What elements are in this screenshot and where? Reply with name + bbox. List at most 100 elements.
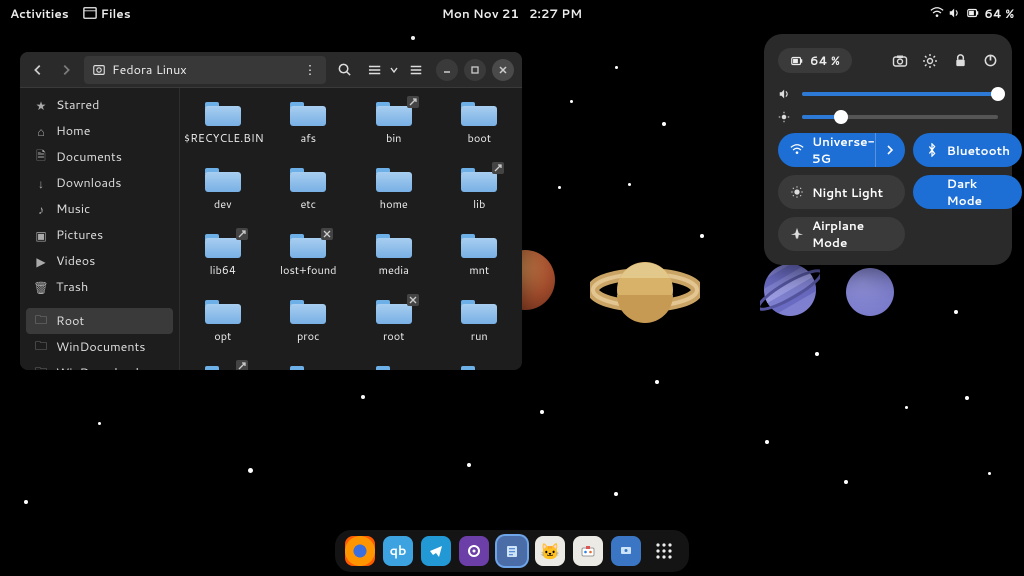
brightness-icon — [778, 111, 792, 123]
dock-lollypop[interactable] — [459, 536, 489, 566]
folder-label: root — [383, 330, 404, 343]
sidebar-item-documents[interactable]: 🗎Documents — [26, 144, 173, 170]
forward-button[interactable] — [52, 56, 80, 84]
sidebar-item-pictures[interactable]: ▣Pictures — [26, 222, 173, 248]
folder-item[interactable]: dev — [180, 162, 266, 228]
appmenu-label: Files — [101, 5, 131, 22]
quick-settings-panel: 64 % — [764, 34, 1012, 265]
view-icon-button[interactable] — [364, 56, 386, 84]
sidebar-item-videos[interactable]: ▶Videos — [26, 248, 173, 274]
folder-icon — [205, 168, 241, 192]
sidebar-item-starred[interactable]: ★Starred — [26, 92, 173, 118]
clock[interactable]: Mon Nov 21 2:27 PM — [442, 5, 582, 22]
sidebar-item-windocuments[interactable]: 🗀WinDocuments — [26, 334, 173, 360]
dock-connections[interactable] — [611, 536, 641, 566]
dock-software[interactable] — [573, 536, 603, 566]
folder-item[interactable]: lib64 — [180, 228, 266, 294]
sidebar-icon: ▶ — [34, 253, 48, 270]
dark-mode-label: Dark Mode — [947, 175, 1010, 209]
sidebar-item-root[interactable]: 🗀Root — [26, 308, 173, 334]
dock-files[interactable] — [497, 536, 527, 566]
folder-label: media — [379, 264, 409, 277]
maximize-button[interactable] — [464, 59, 486, 81]
folder-item[interactable] — [180, 360, 266, 370]
wifi-toggle[interactable]: Universe-5G — [778, 133, 905, 167]
settings-button[interactable] — [922, 53, 938, 69]
activities-button[interactable]: Activities — [10, 5, 69, 22]
folder-label: bin — [386, 132, 402, 145]
folder-icon — [376, 168, 412, 192]
folder-item[interactable]: media — [351, 228, 437, 294]
folder-item[interactable] — [437, 360, 523, 370]
pathbar[interactable]: Fedora Linux ⋮ — [84, 56, 326, 84]
folder-item[interactable]: lost+found — [266, 228, 352, 294]
folder-icon — [461, 300, 497, 324]
dock-kitty[interactable]: 🐱 — [535, 536, 565, 566]
dock-show-apps[interactable] — [649, 536, 679, 566]
folder-item[interactable]: mnt — [437, 228, 523, 294]
folder-item[interactable]: $RECYCLE.BIN — [180, 96, 266, 162]
search-button[interactable] — [330, 56, 358, 84]
volume-icon — [948, 6, 962, 20]
top-bar: Activities Files Mon Nov 21 2:27 PM 64 % — [0, 0, 1024, 26]
folder-item[interactable]: proc — [266, 294, 352, 360]
night-light-label: Night Light — [812, 184, 883, 201]
folder-item[interactable]: afs — [266, 96, 352, 162]
files-iconview[interactable]: $RECYCLE.BINafs bin boot devetchome lib lib64… — [180, 88, 522, 370]
dock-telegram[interactable] — [421, 536, 451, 566]
hamburger-menu-button[interactable] — [402, 56, 430, 84]
airplane-toggle[interactable]: Airplane Mode — [778, 217, 905, 251]
qs-battery-pill[interactable]: 64 % — [778, 48, 852, 73]
airplane-label: Airplane Mode — [812, 217, 893, 251]
bluetooth-toggle[interactable]: Bluetooth — [913, 133, 1022, 167]
power-button[interactable] — [982, 53, 998, 69]
dark-mode-toggle[interactable]: Dark Mode — [913, 175, 1022, 209]
sidebar-item-windownloads[interactable]: 🗀WinDownloads — [26, 360, 173, 370]
appmenu-files[interactable]: Files — [83, 5, 131, 22]
symlink-badge-icon — [236, 228, 248, 240]
folder-label: run — [471, 330, 488, 343]
path-label: Fedora Linux — [112, 61, 187, 79]
time-label: 2:27 PM — [529, 5, 582, 22]
folder-item[interactable]: run — [437, 294, 523, 360]
dock-qbittorrent[interactable]: qb — [383, 536, 413, 566]
folder-item[interactable]: boot — [437, 96, 523, 162]
folder-item[interactable] — [351, 360, 437, 370]
folder-label: opt — [214, 330, 231, 343]
screenshot-button[interactable] — [892, 53, 908, 69]
window-controls — [436, 59, 514, 81]
night-light-toggle[interactable]: Night Light — [778, 175, 905, 209]
volume-slider[interactable] — [802, 92, 998, 96]
wifi-expand-button[interactable] — [875, 133, 905, 167]
sidebar-label: Documents — [56, 148, 122, 166]
sidebar-item-music[interactable]: ♪Music — [26, 196, 173, 222]
sidebar-label: Root — [56, 312, 84, 330]
folder-item[interactable]: home — [351, 162, 437, 228]
view-dropdown-button[interactable] — [386, 56, 402, 84]
folder-item[interactable]: etc — [266, 162, 352, 228]
back-button[interactable] — [24, 56, 52, 84]
files-icon — [83, 6, 97, 20]
folder-icon — [376, 234, 412, 258]
sidebar-item-downloads[interactable]: ↓Downloads — [26, 170, 173, 196]
close-button[interactable] — [492, 59, 514, 81]
brightness-slider[interactable] — [802, 115, 998, 119]
sidebar-item-home[interactable]: ⌂Home — [26, 118, 173, 144]
path-menu-button[interactable]: ⋮ — [298, 61, 322, 79]
folder-item[interactable]: root — [351, 294, 437, 360]
date-label: Mon Nov 21 — [442, 5, 519, 22]
minimize-button[interactable] — [436, 59, 458, 81]
dock-firefox[interactable] — [345, 536, 375, 566]
sidebar-item-trash[interactable]: 🗑Trash — [26, 274, 173, 300]
folder-item[interactable]: lib — [437, 162, 523, 228]
folder-label: lib — [473, 198, 485, 211]
folder-item[interactable] — [266, 360, 352, 370]
volume-slider-row — [778, 87, 998, 101]
sidebar-icon: ♪ — [34, 201, 48, 218]
folder-item[interactable]: opt — [180, 294, 266, 360]
system-status-area[interactable]: 64 % — [930, 5, 1014, 22]
symlink-badge-icon — [236, 360, 248, 370]
folder-item[interactable]: bin — [351, 96, 437, 162]
lock-button[interactable] — [952, 53, 968, 69]
lock-badge-icon — [321, 228, 333, 240]
